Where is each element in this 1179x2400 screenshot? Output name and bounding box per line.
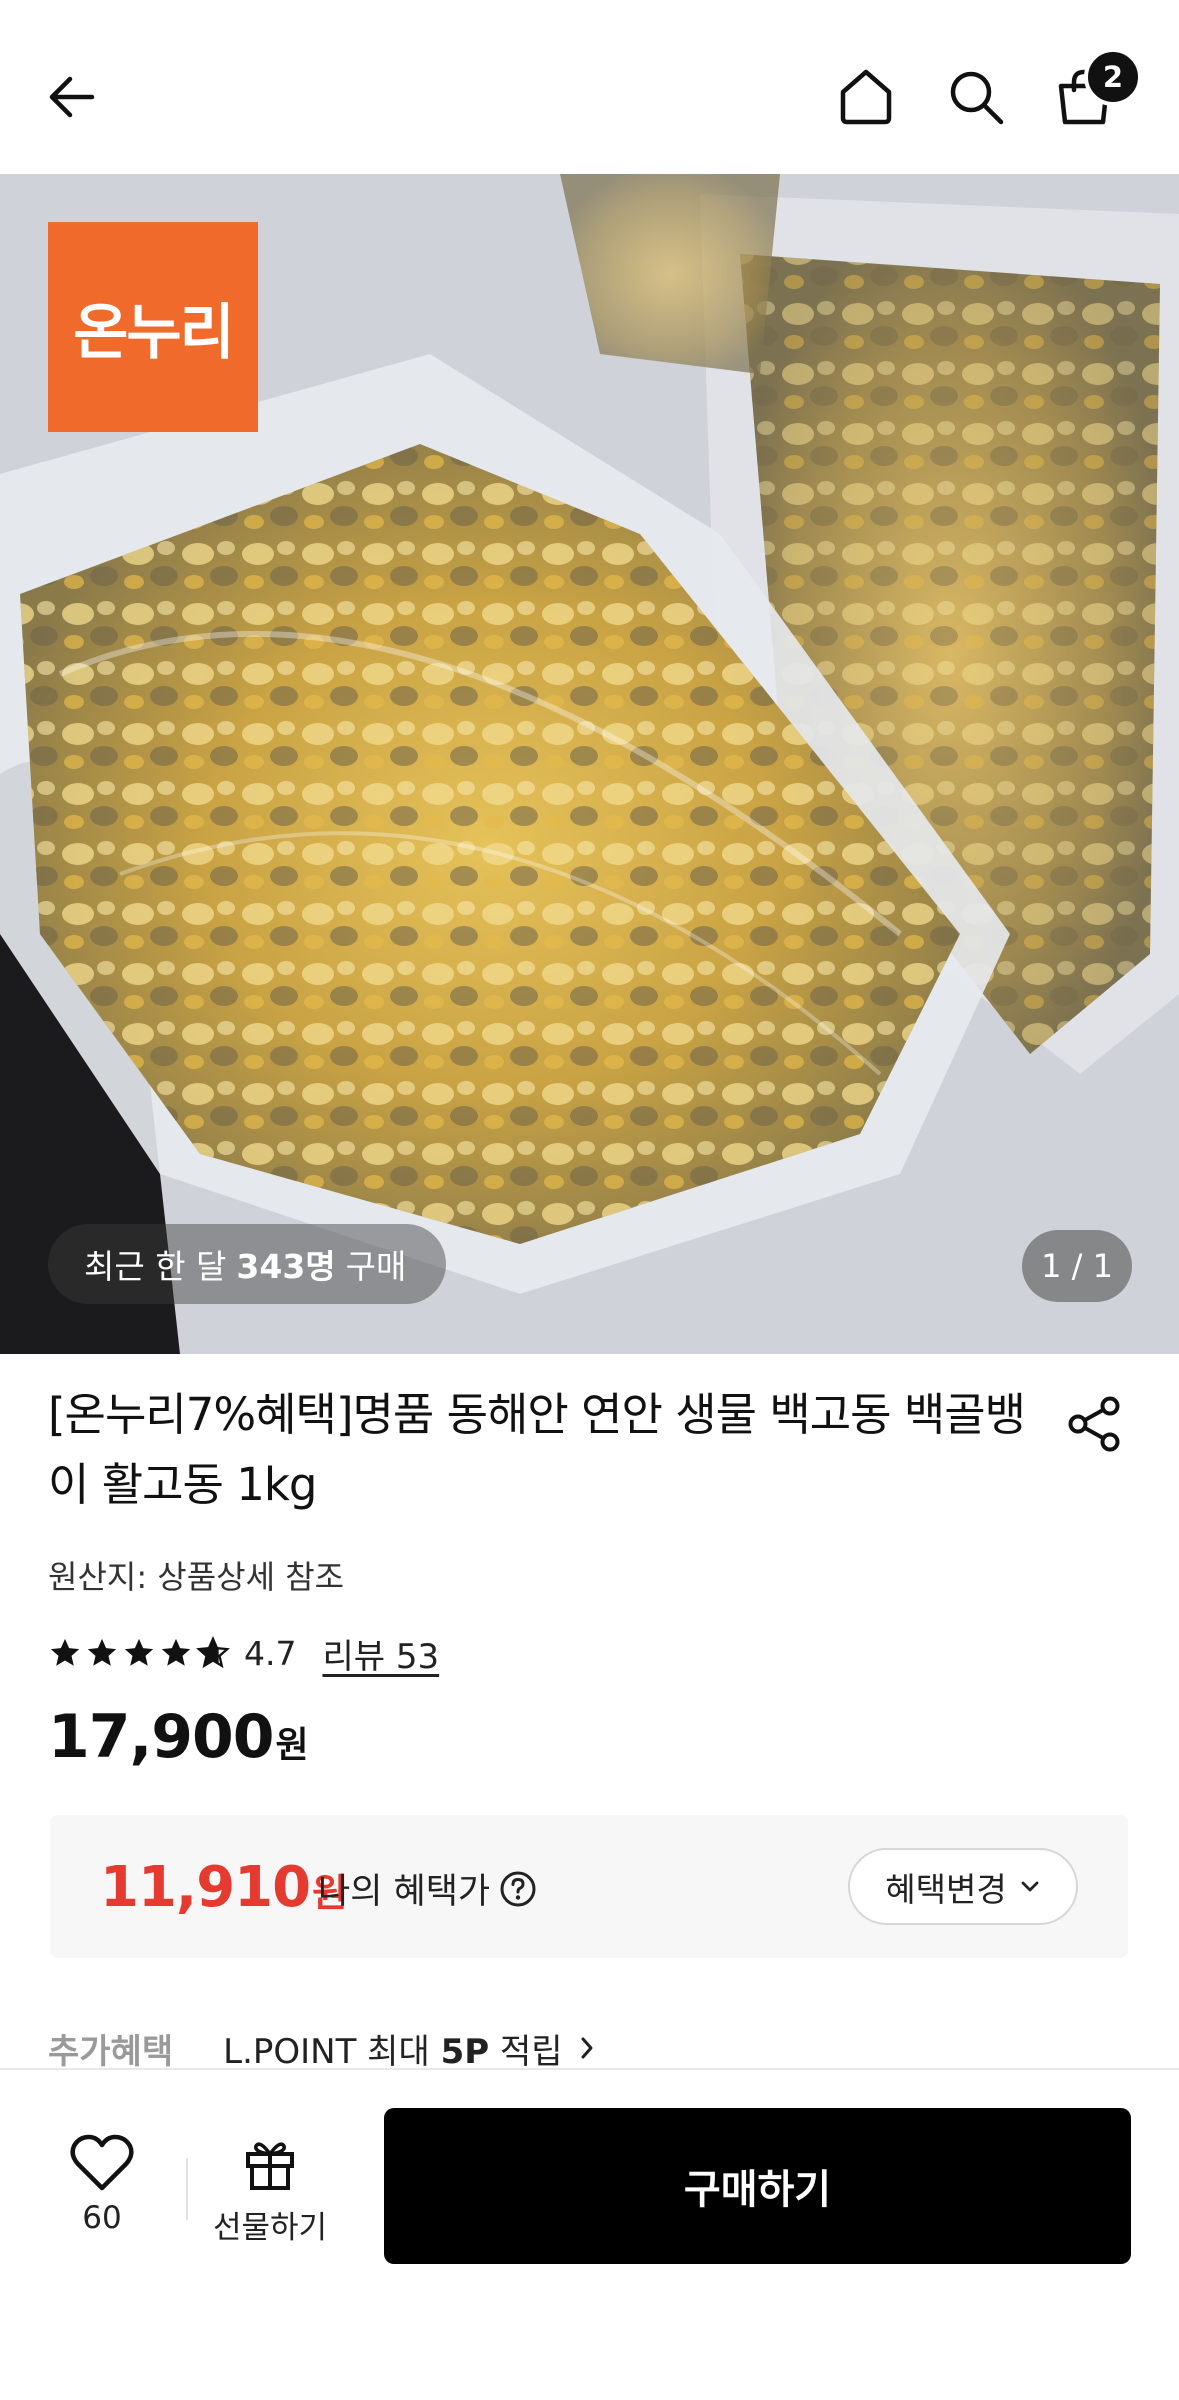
home-icon — [840, 69, 892, 125]
image-page-indicator: 1 / 1 — [1022, 1230, 1132, 1302]
change-benefit-label: 혜택변경 — [885, 1869, 1007, 1909]
heart-icon — [70, 2134, 134, 2191]
product-title: [온누리7%혜택]명품 동해안 연안 생물 백고동 백골뱅이 활고동 1kg — [48, 1388, 1026, 1511]
product-image-carousel[interactable]: 온누리 최근 한 달 343명 구매 1 / 1 — [0, 174, 1179, 1354]
price-number: 17,900 — [48, 1702, 275, 1772]
like-count: 60 — [82, 2200, 122, 2236]
lpoint-prefix: L.POINT 최대 — [223, 2031, 430, 2072]
purchase-prefix: 최근 한 달 — [84, 1247, 227, 1286]
top-app-bar: 2 — [0, 0, 1179, 174]
purchase-suffix: 구매 — [345, 1247, 407, 1286]
change-benefit-button[interactable]: 혜택변경 — [848, 1848, 1078, 1925]
buy-button[interactable]: 구매하기 — [384, 2108, 1131, 2264]
share-icon — [1068, 1396, 1120, 1452]
back-button[interactable] — [32, 57, 112, 137]
star-icon — [87, 1638, 117, 1666]
gift-label: 선물하기 — [212, 2210, 328, 2246]
lpoint-benefit: L.POINT 최대 5P 적립 — [223, 2024, 562, 2073]
price-unit: 원 — [275, 1725, 309, 1766]
purchase-count: 343명 — [236, 1247, 336, 1286]
benefit-label-text: 나의 혜택가 — [318, 1872, 491, 1912]
benefit-price: 11,910 원 — [100, 1855, 347, 1920]
original-price: 17,900 원 — [48, 1702, 309, 1782]
benefit-price-box: 11,910 원 나의 혜택가 혜택변경 — [50, 1815, 1128, 1958]
star-icon — [161, 1638, 191, 1666]
home-button[interactable] — [826, 57, 906, 137]
benefit-label: 나의 혜택가 — [318, 1863, 538, 1914]
extra-benefit-label: 추가혜택 — [48, 2031, 174, 2072]
search-button[interactable] — [936, 57, 1016, 137]
cart-count-badge: 2 — [1084, 48, 1142, 106]
origin-info: 원산지: 상품상세 참조 — [48, 1558, 345, 1596]
lpoint-suffix: 적립 — [499, 2031, 563, 2072]
recent-purchase-badge: 최근 한 달 343명 구매 — [48, 1224, 447, 1304]
star-icon — [50, 1638, 80, 1666]
half-star-icon — [196, 1636, 230, 1669]
brand-logo: 온누리 — [48, 222, 258, 432]
review-link[interactable]: 리뷰 53 — [322, 1629, 439, 1678]
divider — [186, 2158, 188, 2220]
rating-stars — [48, 1636, 230, 1670]
bottom-action-bar: 60 선물하기 구매하기 — [0, 2068, 1179, 2400]
back-arrow-icon — [49, 76, 95, 118]
benefit-price-number: 11,910 — [100, 1855, 311, 1920]
lpoint-points: 5P — [440, 2031, 490, 2072]
gift-icon — [246, 2142, 294, 2190]
rating-value: 4.7 — [244, 1633, 297, 1673]
search-icon — [950, 71, 1004, 125]
share-button[interactable] — [1060, 1390, 1128, 1458]
star-icon — [124, 1638, 154, 1666]
help-icon[interactable] — [498, 1869, 538, 1909]
chevron-down-icon — [1021, 1881, 1039, 1891]
gift-button[interactable]: 선물하기 — [205, 2136, 335, 2256]
rating-row: 4.7 리뷰 53 — [48, 1628, 439, 1678]
like-button[interactable]: 60 — [54, 2134, 150, 2254]
chevron-right-icon — [575, 2033, 599, 2063]
